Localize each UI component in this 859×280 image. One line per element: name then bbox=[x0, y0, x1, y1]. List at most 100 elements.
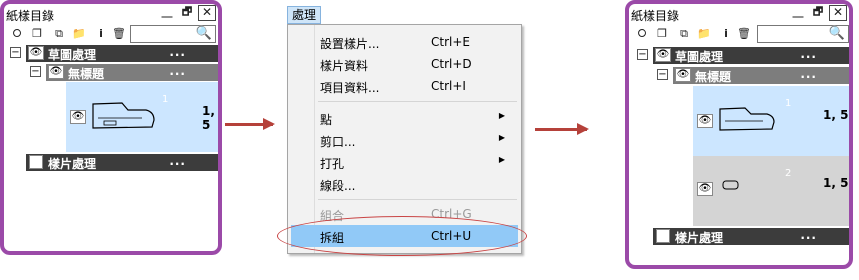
pattern-directory-panel-before: 紙樣目錄 __ 🗗 ✕ ⭘ ❐ ⧉ 📁 i 🗑 🔍 − 👁 草圖處理 ... −… bbox=[0, 0, 222, 255]
new-piece-icon[interactable]: ⭘ bbox=[10, 27, 24, 41]
highlight-ellipse bbox=[277, 216, 527, 256]
folder-icon[interactable]: 📁 bbox=[697, 27, 711, 41]
info-icon[interactable]: i bbox=[719, 27, 733, 41]
folder-icon[interactable]: 📁 bbox=[72, 27, 86, 41]
panel-title: 紙樣目錄 bbox=[6, 9, 55, 23]
row-label: 無標題 bbox=[68, 67, 105, 81]
row-label: 樣片處理 bbox=[675, 231, 724, 245]
search-icon[interactable]: 🔍 bbox=[829, 26, 845, 42]
eye-icon[interactable]: 👁 bbox=[70, 110, 86, 124]
row-checkbox[interactable] bbox=[29, 155, 43, 169]
search-icon[interactable]: 🔍 bbox=[196, 26, 212, 42]
tree-row-untitled[interactable]: 👁 無標題 ... bbox=[673, 67, 849, 84]
menu-item-label: 項目資料... bbox=[320, 81, 380, 95]
menu-item-label: 點 bbox=[320, 113, 333, 127]
menu-item-punch-hole[interactable]: 打孔 ▶ bbox=[288, 151, 521, 173]
eye-icon[interactable]: 👁 bbox=[48, 65, 64, 79]
row-menu-dots[interactable]: ... bbox=[800, 47, 817, 61]
menu-item-shortcut: Ctrl+I bbox=[431, 79, 466, 93]
panel-titlebar: 紙樣目錄 __ 🗗 ✕ bbox=[629, 4, 849, 24]
menu-item-set-pieces[interactable]: 設置樣片... Ctrl+E bbox=[288, 31, 521, 53]
submenu-arrow-icon: ▶ bbox=[498, 133, 505, 142]
pattern-tree: − 👁 草圖處理 ... − 👁 無標題 ... 👁 1 1, 5 樣片處理 .… bbox=[4, 44, 218, 251]
collapse-toggle[interactable]: − bbox=[10, 47, 21, 58]
row-label: 草圖處理 bbox=[48, 48, 97, 62]
menu-item-label: 剪口... bbox=[320, 135, 356, 149]
collapse-toggle[interactable]: − bbox=[657, 69, 668, 80]
eye-icon[interactable]: 👁 bbox=[697, 114, 713, 128]
eye-icon[interactable]: 👁 bbox=[697, 182, 713, 196]
tree-row-sketch[interactable]: 👁 草圖處理 ... bbox=[26, 45, 218, 62]
menu-item-label: 線段... bbox=[320, 179, 356, 193]
tree-row-untitled[interactable]: 👁 無標題 ... bbox=[46, 64, 218, 81]
pattern-piece-item[interactable]: 👁 2 1, 5 bbox=[693, 156, 849, 226]
tree-row-piece-processing[interactable]: 樣片處理 ... bbox=[26, 154, 218, 171]
menu-item-label: 打孔 bbox=[320, 157, 345, 171]
eye-icon[interactable]: 👁 bbox=[675, 68, 691, 82]
menu-item-label: 樣片資料 bbox=[320, 59, 369, 73]
trash-icon[interactable]: 🗑 bbox=[112, 27, 126, 41]
pattern-piece-item[interactable]: 👁 1 1, 5 bbox=[66, 82, 218, 152]
duplicate-icon[interactable]: ⧉ bbox=[52, 27, 66, 41]
restore-button[interactable]: 🗗 bbox=[809, 5, 827, 21]
row-checkbox[interactable] bbox=[656, 229, 670, 243]
row-menu-dots[interactable]: ... bbox=[800, 228, 817, 242]
restore-button[interactable]: 🗗 bbox=[178, 5, 196, 21]
row-menu-dots[interactable]: ... bbox=[169, 154, 186, 168]
pattern-directory-panel-after: 紙樣目錄 __ 🗗 ✕ ⭘ ❐ ⧉ 📁 i 🗑 🔍 − 👁 草圖處理 ... −… bbox=[625, 0, 853, 269]
piece-value: 1, 5 bbox=[823, 176, 849, 190]
pattern-piece-item[interactable]: 👁 1 1, 5 bbox=[693, 86, 849, 156]
copy-icon[interactable]: ❐ bbox=[655, 27, 669, 41]
flow-arrow bbox=[225, 118, 275, 130]
panel-title: 紙樣目錄 bbox=[631, 9, 680, 23]
row-label: 樣片處理 bbox=[48, 157, 97, 171]
piece-index: 2 bbox=[785, 168, 792, 179]
piece-value: 1, 5 bbox=[823, 108, 849, 122]
menu-item-segment[interactable]: 線段... bbox=[288, 173, 521, 195]
menu-separator bbox=[318, 199, 517, 200]
piece-index: 1 bbox=[785, 98, 792, 109]
search-input[interactable]: 🔍 bbox=[757, 25, 849, 43]
menu-item-shortcut: Ctrl+E bbox=[431, 35, 470, 49]
split-piece-thumbnail bbox=[722, 180, 739, 190]
row-label: 草圖處理 bbox=[675, 50, 724, 64]
menu-item-label: 設置樣片... bbox=[320, 37, 380, 51]
window-buttons: __ 🗗 ✕ bbox=[158, 5, 216, 21]
row-label: 無標題 bbox=[695, 70, 732, 84]
row-menu-dots[interactable]: ... bbox=[169, 64, 186, 78]
duplicate-icon[interactable]: ⧉ bbox=[677, 27, 691, 41]
submenu-arrow-icon: ▶ bbox=[498, 111, 505, 120]
menu-item-piece-data[interactable]: 樣片資料 Ctrl+D bbox=[288, 53, 521, 75]
menu-item-shortcut: Ctrl+D bbox=[431, 57, 472, 71]
menu-separator bbox=[318, 101, 517, 102]
menu-item-notch[interactable]: 剪口... ▶ bbox=[288, 129, 521, 151]
menu-item-point[interactable]: 點 ▶ bbox=[288, 107, 521, 129]
close-button[interactable]: ✕ bbox=[198, 5, 216, 21]
panel-toolbar: ⭘ ❐ ⧉ 📁 i 🗑 🔍 bbox=[4, 24, 218, 44]
search-input[interactable]: 🔍 bbox=[130, 25, 216, 43]
flow-arrow bbox=[535, 123, 589, 135]
minimize-button[interactable]: __ bbox=[789, 5, 807, 21]
row-menu-dots[interactable]: ... bbox=[800, 67, 817, 81]
tree-row-sketch[interactable]: 👁 草圖處理 ... bbox=[653, 47, 849, 64]
close-button[interactable]: ✕ bbox=[829, 5, 847, 21]
panel-titlebar: 紙樣目錄 __ 🗗 ✕ bbox=[4, 4, 218, 24]
panel-toolbar: ⭘ ❐ ⧉ 📁 i 🗑 🔍 bbox=[629, 24, 849, 44]
tree-row-piece-processing[interactable]: 樣片處理 ... bbox=[653, 228, 849, 245]
copy-icon[interactable]: ❐ bbox=[30, 27, 44, 41]
menu-item-project-data[interactable]: 項目資料... Ctrl+I bbox=[288, 75, 521, 97]
info-icon[interactable]: i bbox=[94, 27, 108, 41]
minimize-button[interactable]: __ bbox=[158, 5, 176, 21]
garment-piece-thumbnail bbox=[719, 107, 775, 131]
menu-title-processing[interactable]: 處理 bbox=[287, 6, 321, 24]
new-piece-icon[interactable]: ⭘ bbox=[635, 27, 649, 41]
garment-piece-thumbnail bbox=[92, 102, 155, 129]
pattern-tree: − 👁 草圖處理 ... − 👁 無標題 ... 👁 1 1, 5 👁 2 1,… bbox=[629, 44, 849, 265]
eye-icon[interactable]: 👁 bbox=[28, 46, 44, 60]
trash-icon[interactable]: 🗑 bbox=[737, 27, 751, 41]
row-menu-dots[interactable]: ... bbox=[169, 45, 186, 59]
collapse-toggle[interactable]: − bbox=[637, 49, 648, 60]
eye-icon[interactable]: 👁 bbox=[655, 48, 671, 62]
collapse-toggle[interactable]: − bbox=[30, 66, 41, 77]
piece-index: 1 bbox=[162, 94, 169, 105]
